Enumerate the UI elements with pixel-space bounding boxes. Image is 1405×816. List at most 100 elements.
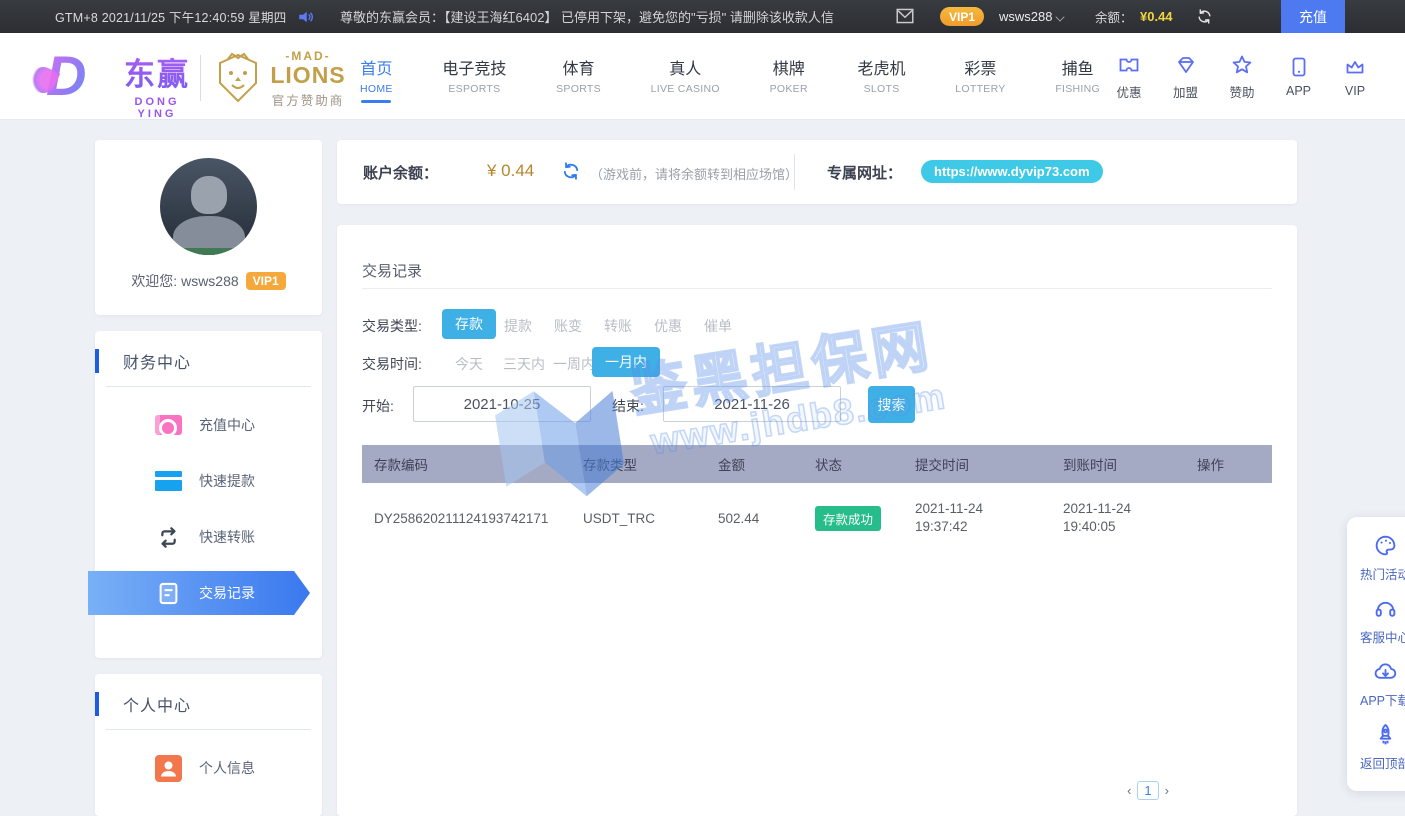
sidebar-item-quick-withdraw[interactable]: 快速提款	[95, 453, 322, 509]
nav-join[interactable]: 加盟	[1161, 53, 1211, 101]
sidebar-item-quick-transfer[interactable]: 快速转账	[95, 509, 322, 565]
type-tab-withdraw[interactable]: 提款	[504, 316, 532, 336]
cell-submit-time: 2021-11-24 19:37:42	[915, 500, 1063, 536]
balance-label: 余额：	[1095, 7, 1133, 26]
personal-menu: 个人信息	[95, 740, 322, 796]
balance-bar: 账户余额： ¥ 0.44 （游戏前，请将余额转到相应场馆） 专属网址： http…	[337, 140, 1297, 204]
main-nav: 首页 HOME 电子竞技 ESPORTS 体育 SPORTS 真人 LIVE C…	[360, 33, 1100, 120]
chevron-down-icon[interactable]	[1055, 12, 1064, 21]
nav-promo[interactable]: 优惠	[1104, 53, 1154, 101]
time-tab-1month[interactable]: 一月内	[592, 347, 660, 377]
cloud-download-icon	[1373, 659, 1398, 684]
mail-icon[interactable]	[895, 7, 915, 25]
sidebar-item-recharge-center[interactable]: 充值中心	[95, 397, 322, 453]
refresh-balance-icon[interactable]	[1196, 8, 1213, 25]
pagination: ‹ 1 ›	[1127, 781, 1169, 800]
type-tab-deposit[interactable]: 存款	[442, 309, 496, 339]
section-header-personal: 个人中心	[95, 692, 191, 716]
nav-app[interactable]: APP	[1274, 55, 1324, 98]
divider	[106, 729, 311, 730]
floating-side-panel: 热门活动 客服中心 APP下载 返回顶部	[1347, 517, 1405, 791]
nav-vip[interactable]: VIP	[1330, 55, 1380, 98]
finance-center-card: 财务中心 充值中心 快速提款 快速转账	[95, 331, 322, 658]
nav-slots[interactable]: 老虎机 SLOTS	[858, 51, 906, 103]
recharge-card-icon	[155, 412, 182, 439]
table-header-row: 存款编码 存款类型 金额 状态 提交时间 到账时间 操作	[362, 445, 1272, 483]
float-hot-activities[interactable]: 热门活动	[1347, 527, 1405, 590]
type-filter-label: 交易类型:	[362, 316, 422, 336]
nav-lottery[interactable]: 彩票 LOTTERY	[955, 51, 1005, 103]
mad-lions-wordmark: -MAD- LIONS 官方赞助商	[270, 49, 346, 109]
nav-poker[interactable]: 棋牌 POKER	[770, 51, 808, 103]
star-icon	[1230, 53, 1254, 77]
refresh-icon[interactable]	[561, 161, 581, 181]
time-tab-3days[interactable]: 三天内	[503, 354, 545, 374]
time-filter-row: 交易时间: 今天 三天内 一周内 一月内	[337, 348, 1297, 376]
start-date-input[interactable]	[413, 386, 591, 422]
next-page-button[interactable]: ›	[1165, 783, 1169, 798]
username[interactable]: wsws288	[999, 9, 1052, 24]
page: GTM+8 2021/11/25 下午12:40:59 星期四 尊敬的东赢会员：…	[0, 0, 1405, 816]
float-customer-service[interactable]: 客服中心	[1347, 590, 1405, 653]
type-tab-account-change[interactable]: 账变	[554, 316, 582, 336]
status-badge: 存款成功	[815, 506, 881, 531]
date-range-row: 开始: 结束: 搜索	[337, 385, 1297, 423]
dongying-logo[interactable]: D	[28, 45, 112, 107]
nav-esports[interactable]: 电子竞技 ESPORTS	[442, 51, 506, 103]
nav-fishing[interactable]: 捕鱼 FISHING	[1055, 51, 1100, 103]
col-header-action: 操作	[1197, 454, 1272, 474]
time-tab-today[interactable]: 今天	[455, 354, 483, 374]
diamond-icon	[1174, 53, 1198, 77]
page-number[interactable]: 1	[1137, 781, 1158, 800]
logo-divider	[200, 55, 201, 101]
prev-page-button[interactable]: ‹	[1127, 783, 1131, 798]
time-filter-label: 交易时间:	[362, 354, 422, 374]
crown-icon	[1343, 55, 1367, 79]
finance-menu: 充值中心 快速提款 快速转账 交易记录	[95, 397, 322, 621]
sidebar-item-personal-info[interactable]: 个人信息	[95, 740, 322, 796]
col-header-status: 状态	[815, 454, 915, 474]
nav-bar: D 东赢 DONG YING -MAD- LIONS 官方赞助商 首页	[0, 33, 1405, 120]
type-tab-urge[interactable]: 催单	[704, 316, 732, 336]
float-back-to-top[interactable]: 返回顶部	[1347, 716, 1405, 779]
nav-home[interactable]: 首页 HOME	[360, 51, 393, 103]
transfer-arrows-icon	[155, 524, 182, 551]
recharge-button[interactable]: 充值	[1281, 0, 1345, 33]
withdraw-card-icon	[155, 468, 182, 495]
welcome-text: 欢迎您: wsws288	[131, 271, 238, 291]
exclusive-url-pill[interactable]: https://www.dyvip73.com	[921, 160, 1103, 183]
divider	[362, 288, 1272, 289]
time-tab-1week[interactable]: 一周内	[553, 354, 595, 374]
clock: GTM+8 2021/11/25 下午12:40:59 星期四	[55, 7, 286, 26]
search-button[interactable]: 搜索	[868, 386, 915, 423]
person-icon	[155, 755, 182, 782]
col-header-arrive-time: 到账时间	[1063, 454, 1197, 474]
divider	[794, 154, 795, 190]
float-app-download[interactable]: APP下载	[1347, 653, 1405, 716]
cell-status: 存款成功	[815, 506, 915, 531]
avatar[interactable]	[160, 158, 257, 255]
balance-value: ¥0.44	[1140, 9, 1173, 24]
nav-sports[interactable]: 体育 SPORTS	[556, 51, 601, 103]
account-balance-value: ¥ 0.44	[487, 161, 534, 181]
cell-deposit-code: DY258620211124193742171	[374, 511, 583, 526]
transactions-table: 存款编码 存款类型 金额 状态 提交时间 到账时间 操作 DY258620211…	[362, 445, 1272, 551]
sidebar-item-transaction-records[interactable]: 交易记录	[95, 571, 322, 615]
type-tab-promo[interactable]: 优惠	[654, 316, 682, 336]
accent-bar	[95, 349, 99, 373]
cell-amount: 502.44	[718, 511, 815, 526]
col-header-code: 存款编码	[374, 454, 583, 474]
ticket-icon	[1117, 53, 1141, 77]
type-tab-transfer[interactable]: 转账	[604, 316, 632, 336]
end-date-label: 结束:	[612, 396, 644, 416]
phone-icon	[1287, 55, 1311, 79]
end-date-input[interactable]	[663, 386, 841, 422]
profile-card: 欢迎您: wsws288 VIP1	[95, 140, 322, 315]
cell-deposit-type: USDT_TRC	[583, 511, 718, 526]
start-date-label: 开始:	[362, 396, 394, 416]
col-header-submit-time: 提交时间	[915, 454, 1063, 474]
nav-live-casino[interactable]: 真人 LIVE CASINO	[651, 51, 720, 103]
document-icon	[155, 580, 182, 607]
top-bar: GTM+8 2021/11/25 下午12:40:59 星期四 尊敬的东赢会员：…	[0, 0, 1405, 33]
nav-sponsor[interactable]: 赞助	[1217, 53, 1267, 101]
